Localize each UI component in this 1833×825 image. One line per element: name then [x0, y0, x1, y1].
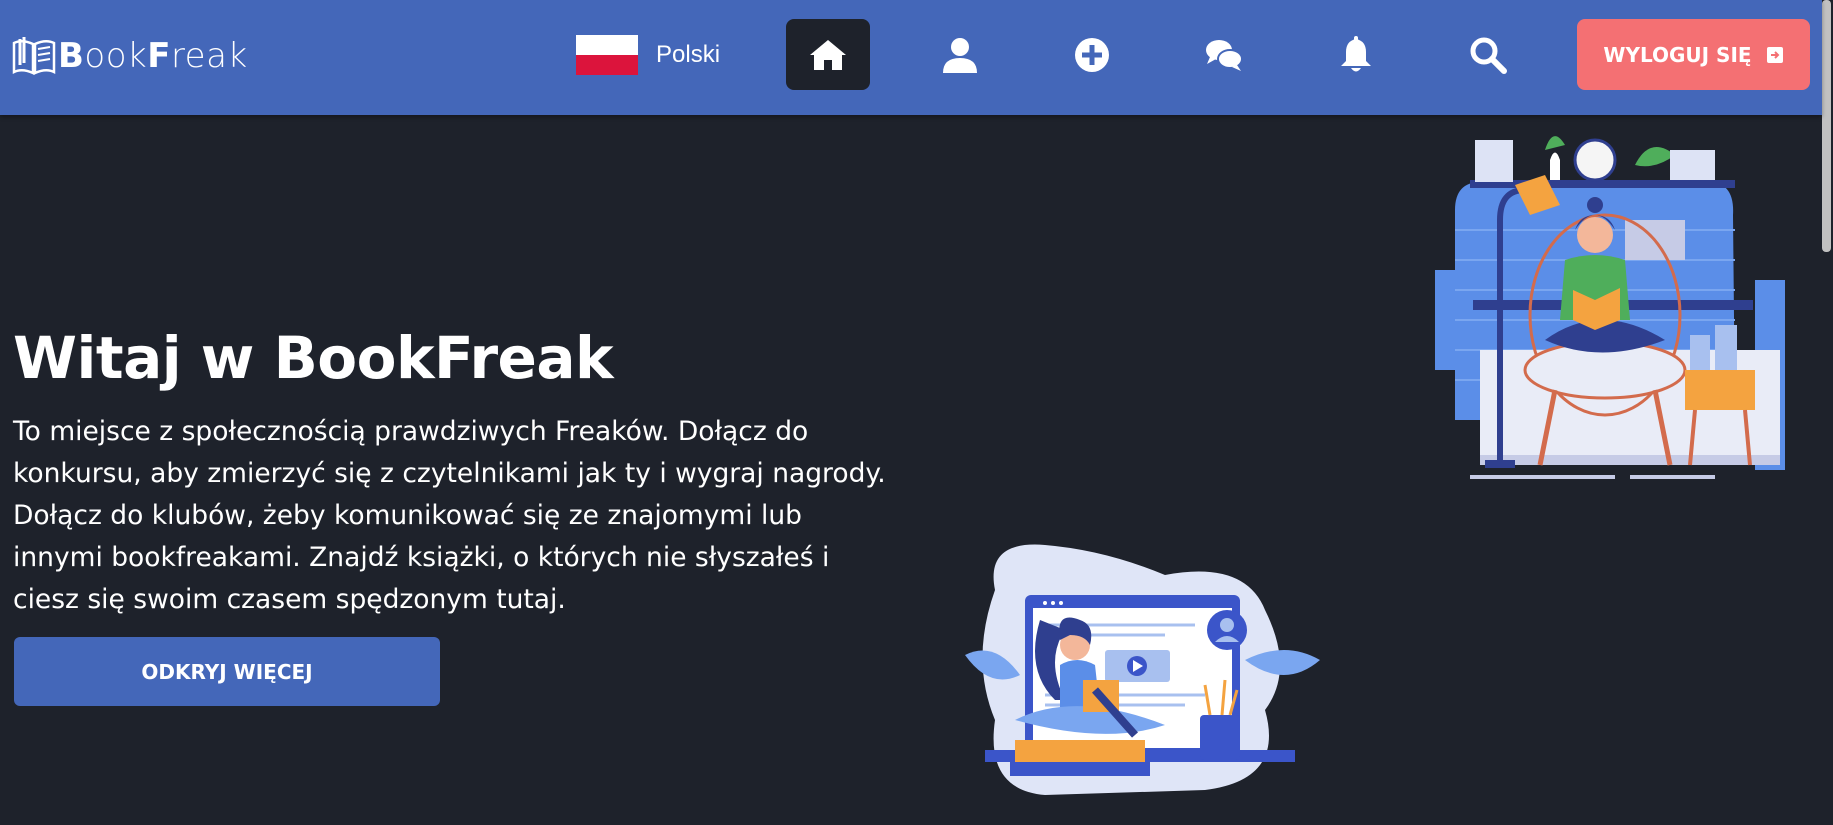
bookfreak-logo[interactable]: BookFreak	[12, 33, 248, 79]
hero-title: Witaj w BookFreak	[13, 324, 614, 392]
online-learning-illustration	[965, 544, 1320, 795]
nav-add-button[interactable]	[1050, 19, 1134, 90]
open-book-icon	[12, 37, 56, 75]
reading-room-illustration	[1435, 136, 1785, 479]
bell-icon	[1341, 35, 1371, 71]
add-circle-icon	[1075, 37, 1109, 72]
logo-text: BookFreak	[58, 36, 248, 76]
language-selector[interactable]: Polski	[576, 35, 720, 75]
navbar: BookFreak Polski WYLOGUJ SIĘ	[0, 0, 1822, 115]
nav-notifications-button[interactable]	[1314, 19, 1398, 90]
poland-flag-icon	[576, 35, 638, 75]
scrollbar-thumb[interactable]	[1822, 0, 1831, 252]
user-icon	[943, 37, 977, 73]
discover-more-button[interactable]: ODKRYJ WIĘCEJ	[14, 637, 440, 706]
nav-home-button[interactable]	[786, 19, 870, 90]
logout-button[interactable]: WYLOGUJ SIĘ	[1577, 19, 1810, 90]
hero-description: To miejsce z społecznością prawdziwych F…	[13, 416, 886, 615]
home-icon	[810, 39, 846, 70]
nav-search-button[interactable]	[1446, 19, 1530, 90]
logout-icon	[1766, 46, 1783, 63]
nav-profile-button[interactable]	[918, 19, 1002, 90]
logout-label: WYLOGUJ SIĘ	[1603, 42, 1752, 67]
nav-chat-button[interactable]	[1182, 19, 1266, 90]
search-icon	[1470, 37, 1507, 74]
language-label: Polski	[656, 41, 721, 68]
chat-icon	[1206, 39, 1243, 71]
